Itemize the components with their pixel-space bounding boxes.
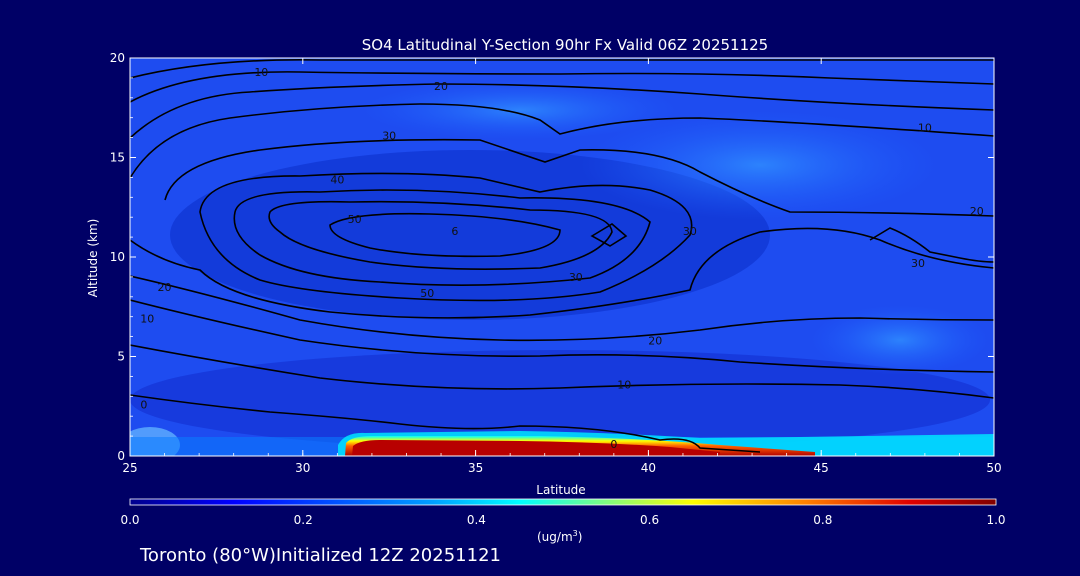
chart-title: SO4 Latitudinal Y-Section 90hr Fx Valid …: [362, 36, 768, 54]
contour-label: 10: [918, 122, 932, 135]
contour-label: 0: [610, 438, 617, 451]
colorbar: 0.0 0.2 0.4 0.6 0.8 1.0 (ug/m3): [120, 498, 1006, 544]
contour-label: 30: [683, 225, 697, 238]
contour-label: 30: [911, 257, 925, 270]
colorbar-tick-label: 0.8: [813, 513, 832, 527]
plot-area: [130, 58, 994, 456]
contour-label: 6: [451, 225, 458, 238]
x-tick-label: 50: [986, 461, 1001, 475]
colorbar-tick-label: 1.0: [986, 513, 1005, 527]
colorbar-bar: [129, 498, 997, 506]
y-tick-label: 15: [110, 151, 125, 165]
x-tick-label: 30: [295, 461, 310, 475]
contour-label: 20: [158, 281, 172, 294]
y-tick-label: 5: [117, 350, 125, 364]
contour-label: 10: [254, 66, 268, 79]
chart: SO4 Latitudinal Y-Section 90hr Fx Valid …: [86, 36, 1006, 566]
x-tick-label: 35: [468, 461, 483, 475]
y-axis-label: Altitude (km): [86, 219, 100, 298]
contour-label: 30: [569, 271, 583, 284]
colorbar-unit-close: ): [578, 530, 583, 544]
y-tick-label: 0: [117, 449, 125, 463]
heatmap-light-mid: [810, 305, 990, 375]
contour-label: 30: [382, 130, 396, 143]
contour-label: 50: [348, 213, 362, 226]
contour-label: 20: [648, 335, 662, 348]
x-tick-label: 45: [814, 461, 829, 475]
contour-label: 10: [140, 313, 154, 326]
x-axis-label: Latitude: [536, 483, 585, 497]
y-tick-label: 20: [110, 51, 125, 65]
colorbar-tick-label: 0.4: [467, 513, 486, 527]
colorbar-unit: (ug/m3): [537, 529, 582, 544]
y-tick-label: 10: [110, 250, 125, 264]
colorbar-tick-label: 0.2: [294, 513, 313, 527]
colorbar-tick-label: 0.0: [120, 513, 139, 527]
contour-label: 20: [970, 205, 984, 218]
colorbar-tick-label: 0.6: [640, 513, 659, 527]
contour-label: 0: [140, 398, 147, 411]
footer-caption: Toronto (80°W)Initialized 12Z 20251121: [139, 545, 501, 566]
contour-label: 50: [420, 287, 434, 300]
colorbar-unit-text: (ug/m: [537, 530, 573, 544]
contour-label: 20: [434, 80, 448, 93]
x-tick-label: 40: [641, 461, 656, 475]
x-tick-label: 25: [122, 461, 137, 475]
colorbar-ticks: 0.0 0.2 0.4 0.6 0.8 1.0: [120, 513, 1005, 527]
contour-label: 40: [330, 173, 344, 186]
contour-label: 10: [617, 378, 631, 391]
